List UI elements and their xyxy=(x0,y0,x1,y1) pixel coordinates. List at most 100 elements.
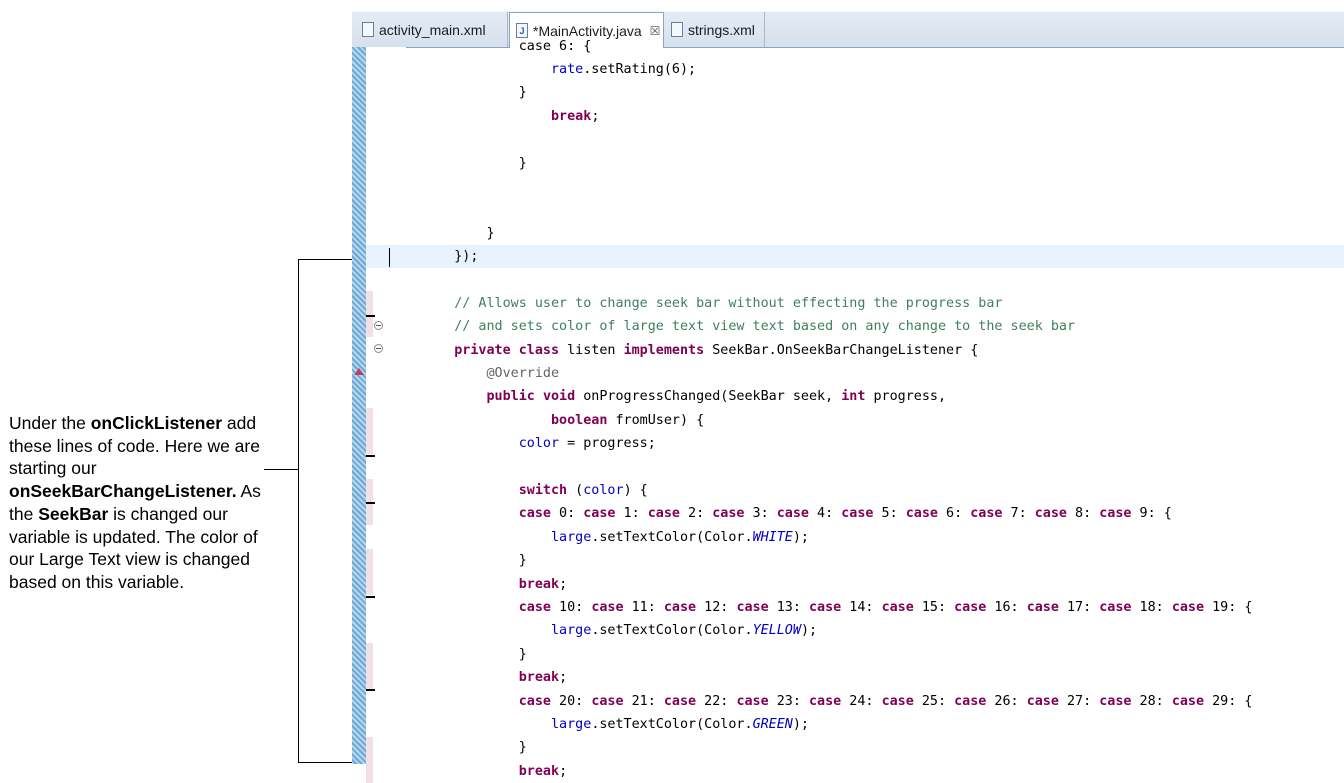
code-token: case xyxy=(736,599,769,615)
code-token: switch xyxy=(518,483,568,499)
code-token: case xyxy=(954,693,987,709)
code-token: case xyxy=(809,693,842,709)
change-marker xyxy=(366,643,373,689)
code-editor[interactable]: activity_main.xml J *MainActivity.java ☒… xyxy=(352,0,1344,783)
code-token: 7: xyxy=(1002,506,1035,522)
code-line[interactable]: // Allows user to change seek bar withou… xyxy=(422,292,1252,315)
code-token: 14: xyxy=(841,599,882,615)
code-line[interactable]: large.setTextColor(Color.WHITE); xyxy=(422,526,1252,549)
code-token: int xyxy=(841,389,866,405)
code-line[interactable]: case 10: case 11: case 12: case 13: case… xyxy=(422,596,1253,619)
code-token: 19: { xyxy=(1204,599,1253,615)
code-token: progress, xyxy=(865,389,947,405)
code-token: break xyxy=(518,670,560,686)
code-token: 8: xyxy=(1067,506,1100,522)
change-marker-bar xyxy=(366,689,375,691)
code-line[interactable]: } xyxy=(422,736,1252,759)
code-token: case xyxy=(583,506,616,522)
code-token: break xyxy=(518,763,560,779)
code-token: @Override xyxy=(486,366,560,382)
overview-ruler[interactable] xyxy=(352,47,366,764)
xml-file-icon xyxy=(362,22,374,37)
code-token: 17: xyxy=(1058,599,1100,615)
code-token: large xyxy=(551,623,592,639)
code-line[interactable]: } xyxy=(422,81,1252,104)
code-token: onProgressChanged(SeekBar seek, xyxy=(575,389,842,405)
code-line[interactable] xyxy=(422,269,1252,292)
code-line[interactable]: public void onProgressChanged(SeekBar se… xyxy=(422,385,1252,408)
change-marker xyxy=(366,549,373,595)
code-token: color xyxy=(518,436,560,452)
code-token: GREEN xyxy=(752,716,793,732)
code-token: 3: xyxy=(744,506,777,522)
code-token: SeekBar.OnSeekBarChangeListener { xyxy=(704,342,979,358)
code-line[interactable]: boolean fromUser) { xyxy=(422,409,1252,432)
code-token: ) { xyxy=(623,483,648,499)
code-token: case xyxy=(1099,506,1132,522)
code-line[interactable]: } xyxy=(422,222,1252,245)
code-token: case xyxy=(970,506,1003,522)
annotation-bold: onClickListener xyxy=(90,413,223,433)
code-token: case xyxy=(881,599,914,615)
code-line[interactable]: private class listen implements SeekBar.… xyxy=(422,339,1252,362)
code-line[interactable]: rate.setRating(6); xyxy=(422,58,1252,81)
code-token: rate xyxy=(551,62,584,77)
code-token: case xyxy=(663,693,697,709)
code-line[interactable]: break; xyxy=(422,573,1252,596)
code-line[interactable]: break; xyxy=(422,666,1252,689)
code-area[interactable]: case 6: { rate.setRating(6); } break; } … xyxy=(422,39,1253,783)
code-line[interactable]: } xyxy=(422,549,1252,572)
code-line[interactable] xyxy=(422,128,1252,151)
code-token: case xyxy=(881,693,914,709)
code-token: .setTextColor(Color. xyxy=(591,529,753,545)
code-token: case xyxy=(1171,693,1205,709)
code-line[interactable]: }); xyxy=(422,245,1252,268)
code-line[interactable]: case 6: { xyxy=(422,35,1252,58)
code-token: 11: xyxy=(623,599,664,615)
annotation-pointer-line xyxy=(264,469,299,470)
code-line[interactable]: } xyxy=(422,643,1252,666)
code-token: void xyxy=(542,389,576,405)
code-line[interactable]: @Override xyxy=(422,362,1252,385)
code-token: 28: xyxy=(1131,693,1172,709)
code-line[interactable] xyxy=(422,198,1252,221)
code-line[interactable]: break; xyxy=(422,105,1252,128)
code-line[interactable]: break; xyxy=(422,760,1252,783)
code-token: case xyxy=(809,599,842,615)
code-token: 2: xyxy=(680,506,713,522)
code-token: case xyxy=(518,693,551,709)
code-line[interactable]: case 0: case 1: case 2: case 3: case 4: … xyxy=(422,502,1252,525)
fold-collapse-icon[interactable] xyxy=(374,344,383,353)
code-token: class xyxy=(518,342,560,358)
code-token: case xyxy=(518,506,551,522)
code-line[interactable]: color = progress; xyxy=(422,432,1252,455)
annotation-bold: SeekBar xyxy=(38,503,109,524)
code-token: 18: xyxy=(1131,599,1172,615)
code-line[interactable]: switch (color) { xyxy=(422,479,1252,502)
annotation-bold: onSeekBarChangeListener. xyxy=(9,481,237,502)
code-token: break xyxy=(518,576,560,592)
code-line[interactable]: large.setTextColor(Color.YELLOW); xyxy=(422,619,1252,642)
code-line[interactable]: large.setTextColor(Color.GREEN); xyxy=(422,713,1252,736)
code-line[interactable]: // and sets color of large text view tex… xyxy=(422,315,1252,338)
code-line[interactable]: } xyxy=(422,152,1252,175)
fold-collapse-icon[interactable] xyxy=(374,321,383,330)
change-marker xyxy=(366,291,373,337)
code-token: 22: xyxy=(696,693,737,709)
code-line[interactable] xyxy=(422,175,1252,198)
code-token: 0: xyxy=(551,506,584,522)
code-token: case xyxy=(591,693,624,709)
code-line[interactable]: case 20: case 21: case 22: case 23: case… xyxy=(422,690,1253,713)
code-line[interactable] xyxy=(422,456,1252,479)
